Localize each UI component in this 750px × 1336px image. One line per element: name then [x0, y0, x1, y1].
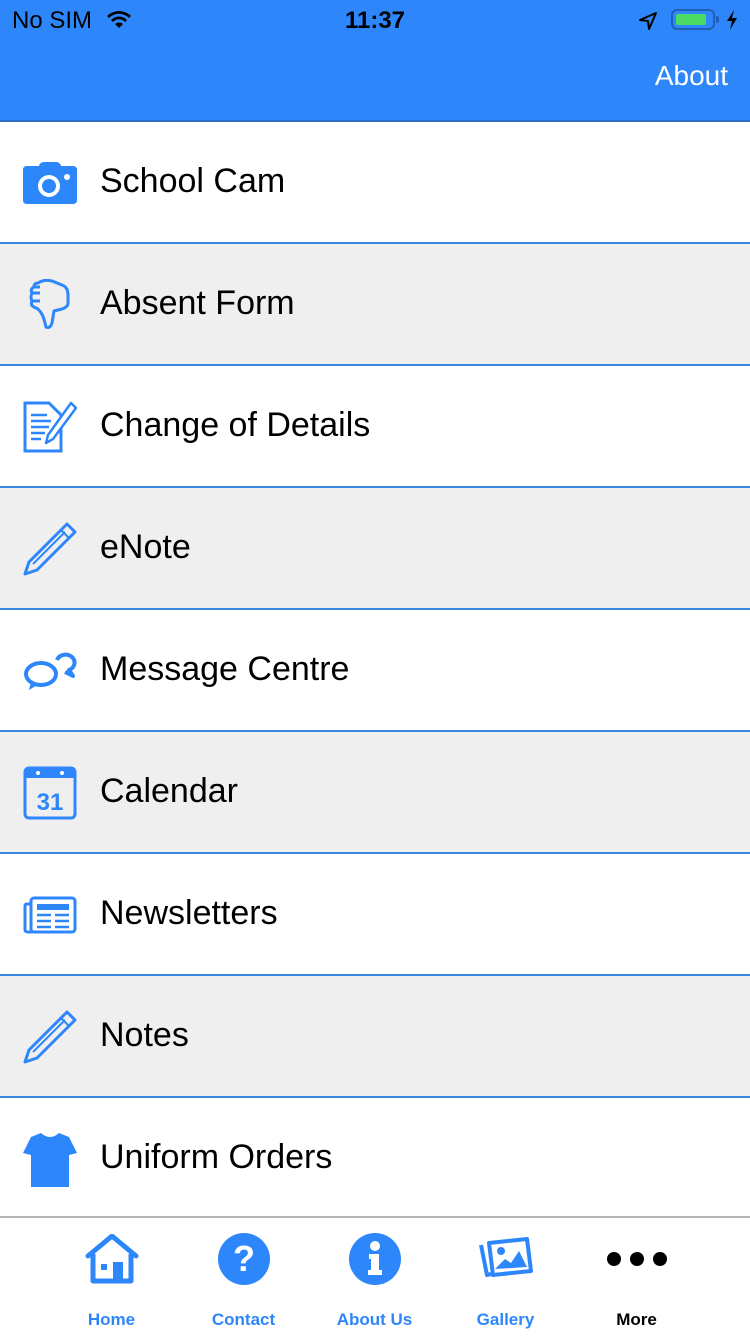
menu-item-uniform-orders[interactable]: Uniform Orders: [0, 1098, 750, 1218]
battery-nub: [716, 16, 719, 23]
edit-document-icon: [22, 399, 78, 455]
menu-item-newsletters[interactable]: Newsletters: [0, 854, 750, 976]
question-circle-icon: ?: [178, 1228, 309, 1290]
menu-item-label: Change of Details: [100, 406, 371, 444]
location-arrow-icon: [638, 10, 658, 38]
tab-contact[interactable]: ? Contact: [178, 1228, 309, 1329]
tab-gallery[interactable]: Gallery: [440, 1228, 571, 1329]
charging-bolt-icon: [726, 9, 738, 37]
menu-item-label: Uniform Orders: [100, 1138, 333, 1176]
tab-home[interactable]: Home: [46, 1228, 177, 1329]
tab-label: Gallery: [476, 1310, 535, 1329]
battery-icon: [671, 9, 715, 30]
calendar-icon: 31: [22, 765, 78, 821]
tab-more[interactable]: More: [571, 1228, 702, 1329]
gallery-icon: [440, 1228, 571, 1290]
svg-text:?: ?: [233, 1238, 255, 1279]
tshirt-icon: [22, 1131, 78, 1187]
tab-label: Contact: [211, 1310, 276, 1329]
pencil-icon: [22, 521, 78, 577]
menu-item-label: Newsletters: [100, 894, 278, 932]
navigation-header: No SIM 11:37 About: [0, 0, 750, 122]
menu-item-school-cam[interactable]: School Cam: [0, 122, 750, 244]
tab-about-us[interactable]: About Us: [309, 1228, 440, 1329]
tab-bar: Home ? Contact About Us Gallery More: [0, 1216, 750, 1336]
menu-item-label: Absent Form: [100, 284, 295, 322]
calendar-icon-text: 31: [37, 789, 64, 816]
menu-item-label: Calendar: [100, 772, 238, 810]
chat-bubbles-icon: [22, 643, 78, 699]
menu-item-label: eNote: [100, 528, 191, 566]
menu-item-absent-form[interactable]: Absent Form: [0, 244, 750, 366]
menu-list: School Cam Absent Form Change of Details…: [0, 122, 750, 1218]
menu-item-label: Notes: [100, 1016, 189, 1054]
menu-item-calendar[interactable]: 31 Calendar: [0, 732, 750, 854]
tab-label: More: [616, 1310, 657, 1329]
pencil-icon: [22, 1009, 78, 1065]
status-bar: No SIM 11:37: [0, 0, 750, 40]
menu-item-notes[interactable]: Notes: [0, 976, 750, 1098]
more-dots-icon: [571, 1228, 702, 1290]
menu-item-label: School Cam: [100, 162, 286, 200]
menu-item-enote[interactable]: eNote: [0, 488, 750, 610]
newspaper-icon: [22, 887, 78, 943]
tab-label: Home: [87, 1310, 136, 1329]
home-icon: [46, 1228, 177, 1290]
camera-icon: [22, 155, 78, 211]
tab-label: About Us: [336, 1310, 413, 1329]
about-button[interactable]: About: [655, 60, 728, 92]
menu-item-change-of-details[interactable]: Change of Details: [0, 366, 750, 488]
thumbs-down-icon: [22, 277, 78, 333]
menu-item-label: Message Centre: [100, 650, 350, 688]
menu-item-message-centre[interactable]: Message Centre: [0, 610, 750, 732]
info-circle-icon: [309, 1228, 440, 1290]
